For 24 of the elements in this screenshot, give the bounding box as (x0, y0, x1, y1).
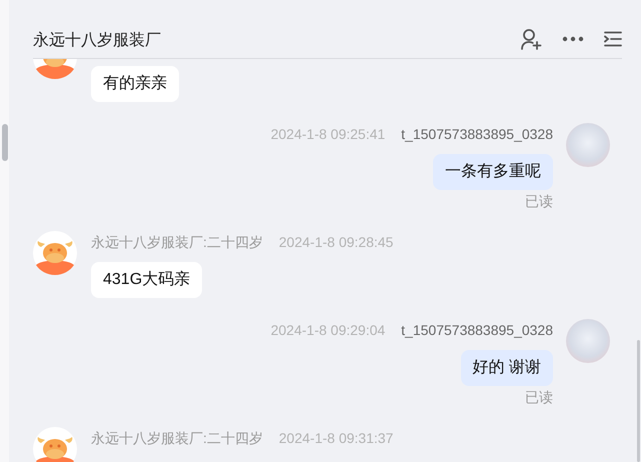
message-bubble: 一条有多重呢 (433, 154, 553, 190)
cow-avatar (33, 231, 77, 275)
sender-name: t_1507573883895_0328 (401, 124, 553, 144)
avatar-photo (566, 123, 610, 167)
add-person-icon[interactable] (520, 28, 542, 50)
scrollbar-thumb[interactable] (2, 124, 8, 161)
message-time: 2024-1-8 09:28:45 (278, 232, 394, 252)
message-time: 2024-1-8 09:25:41 (270, 124, 386, 144)
message-bubble: 好的 谢谢 (460, 350, 553, 386)
read-status: 已读 (525, 388, 553, 406)
menu-list-icon[interactable] (604, 31, 622, 47)
read-status: 已读 (525, 192, 553, 210)
avatar-photo (566, 319, 610, 363)
sender-name: t_1507573883895_0328 (401, 320, 553, 340)
message-time: 2024-1-8 09:31:37 (278, 428, 394, 448)
cow-avatar (33, 427, 77, 462)
message-time: 2024-1-8 09:29:04 (270, 320, 386, 340)
scrollbar-thumb[interactable] (637, 340, 640, 462)
message-bubble: 431G大码亲 (91, 262, 202, 298)
more-icon[interactable] (562, 36, 584, 42)
message-bubble: 有的亲亲 (91, 66, 179, 102)
chat-title: 永远十八岁服装厂 (33, 31, 161, 51)
sender-name: 永远十八岁服装厂:二十四岁 (91, 428, 263, 448)
sender-name: 永远十八岁服装厂:二十四岁 (91, 232, 263, 252)
